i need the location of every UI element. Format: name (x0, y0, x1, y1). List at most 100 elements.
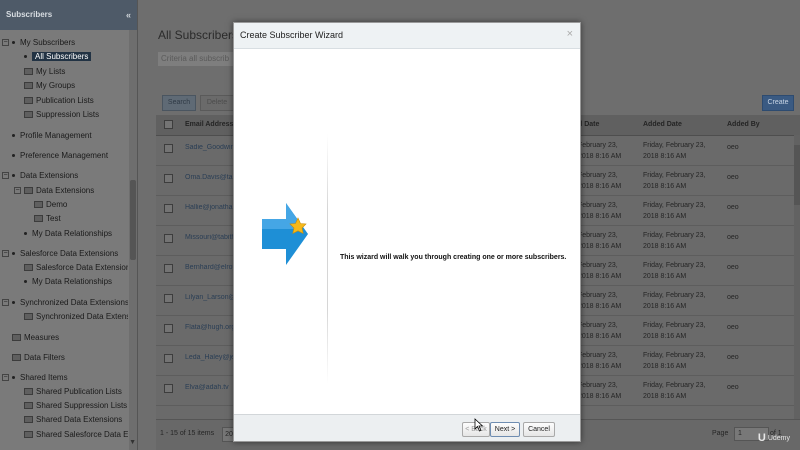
folder-tree: − My Subscribers All Subscribers My Lists My… (0, 30, 128, 450)
status-date-cell: February 23, 2018 8:16 AM (578, 202, 622, 220)
status-date-cell: February 23, 2018 8:16 AM (578, 322, 622, 340)
bullet-icon (12, 41, 15, 45)
column-added-by[interactable]: Added By (727, 121, 760, 128)
close-icon[interactable]: × (567, 28, 573, 40)
folder-icon (24, 388, 33, 396)
collapse-toggle-icon[interactable]: − (2, 374, 9, 381)
folder-icon (24, 416, 33, 424)
tree-item-label: Synchronized Data Extensions (36, 312, 128, 321)
added-by-cell: oeo (727, 264, 739, 271)
next-button[interactable]: Next > (490, 422, 520, 437)
tree-item-content: Preference Management (12, 149, 108, 163)
tree-item-content: Data Extensions (24, 184, 94, 198)
tree-item-content: My Groups (24, 79, 75, 93)
collapse-toggle-icon[interactable]: − (2, 299, 9, 306)
added-date-cell: Friday, February 23, 2018 8:16 AM (643, 202, 706, 220)
udemy-logo-icon: U (757, 432, 766, 444)
row-checkbox[interactable] (164, 234, 173, 243)
status-date-cell: February 23, 2018 8:16 AM (578, 292, 622, 310)
tree-item-label: Publication Lists (36, 96, 94, 105)
criteria-filter[interactable]: Criteria all subscrib (158, 52, 241, 66)
tree-item-label: Data Filters (24, 353, 65, 362)
added-date-cell: Friday, February 23, 2018 8:16 AM (643, 322, 706, 340)
added-date-cell: Friday, February 23, 2018 8:16 AM (643, 262, 706, 280)
row-checkbox[interactable] (164, 354, 173, 363)
folder-icon (34, 215, 43, 223)
tree-item-label: Shared Publication Lists (36, 387, 122, 396)
row-checkbox[interactable] (164, 324, 173, 333)
sidebar-header: Subscribers « (0, 0, 137, 30)
folder-icon (12, 354, 21, 362)
grid-scroll-thumb[interactable] (794, 145, 800, 205)
tree-item-content: Suppression Lists (24, 108, 99, 122)
collapse-toggle-icon[interactable]: − (2, 250, 9, 257)
row-checkbox[interactable] (164, 204, 173, 213)
tree-item-content: Salesforce Data Extensions (24, 261, 128, 275)
folder-icon (24, 82, 33, 90)
tree-item-label: My Data Relationships (32, 277, 113, 286)
added-date-cell: Friday, February 23, 2018 8:16 AM (643, 142, 706, 160)
arrow-star-icon (262, 203, 308, 265)
row-checkbox[interactable] (164, 294, 173, 303)
status-date-cell: February 23, 2018 8:16 AM (578, 232, 622, 250)
tree-item-label: Synchronized Data Extensions (20, 298, 128, 307)
bullet-icon (12, 252, 15, 256)
added-by-cell: oeo (727, 324, 739, 331)
tree-item-label: Test (46, 214, 61, 223)
tree-item-label: Shared Salesforce Data Extens (36, 430, 128, 439)
wizard-arrow-shape (262, 203, 308, 265)
create-button[interactable]: Create (762, 95, 794, 111)
added-date-cell: Friday, February 23, 2018 8:16 AM (643, 292, 706, 310)
bullet-icon (24, 232, 27, 236)
tree-item-label: Measures (24, 333, 60, 342)
tree-item-label: Profile Management (20, 131, 92, 140)
search-button[interactable]: Search (162, 95, 196, 111)
row-checkbox[interactable] (164, 264, 173, 273)
modal-header: Create Subscriber Wizard × (234, 23, 580, 49)
double-chevron-left-icon[interactable]: « (126, 0, 131, 30)
bullet-icon (24, 55, 27, 59)
row-checkbox[interactable] (164, 174, 173, 183)
tree-item-content: Shared Data Extensions (24, 413, 122, 427)
collapse-toggle-icon[interactable]: − (2, 39, 9, 46)
sidebar: Subscribers « − My Subscribers All Subscri… (0, 0, 138, 450)
scroll-down-arrow-icon[interactable]: ▼ (129, 439, 136, 446)
sidebar-scrollbar[interactable]: ▼ (129, 30, 137, 450)
collapse-toggle-icon[interactable]: − (2, 172, 9, 179)
cancel-button[interactable]: Cancel (523, 422, 555, 437)
bullet-icon (12, 174, 15, 178)
status-date-cell: February 23, 2018 8:16 AM (578, 382, 622, 400)
tree-item-content: My Data Relationships (24, 227, 112, 241)
tree-item-content: My Subscribers (12, 36, 75, 50)
row-checkbox[interactable] (164, 384, 173, 393)
bullet-icon (12, 376, 15, 380)
mouse-pointer-icon (474, 418, 484, 432)
bullet-icon (24, 280, 27, 284)
create-subscriber-wizard: Create Subscriber Wizard × This wizard w… (233, 22, 581, 442)
tree-item-content: Shared Publication Lists (24, 385, 122, 399)
sidebar-scroll-thumb[interactable] (130, 180, 136, 260)
column-email[interactable]: Email Address (185, 121, 233, 128)
tree-item-content: Shared Salesforce Data Extens (24, 428, 128, 442)
added-by-cell: oeo (727, 174, 739, 181)
select-all-checkbox[interactable] (164, 120, 173, 129)
column-status-date[interactable]: d Date (578, 121, 599, 128)
folder-icon (24, 187, 33, 195)
wizard-message: This wizard will walk you through creati… (340, 254, 567, 261)
column-added-date[interactable]: Added Date (643, 121, 682, 128)
tree-item-content: Synchronized Data Extensions (12, 296, 128, 310)
added-by-cell: oeo (727, 144, 739, 151)
tree-item-label: Data Extensions (36, 186, 95, 195)
tree-item-label: Shared Suppression Lists (36, 401, 128, 410)
tree-item-content: All Subscribers (24, 50, 92, 64)
added-date-cell: Friday, February 23, 2018 8:16 AM (643, 382, 706, 400)
tree-item-content: Data Extensions (12, 169, 78, 183)
collapse-toggle-icon[interactable]: − (14, 187, 21, 194)
grid-scrollbar[interactable] (794, 135, 800, 420)
row-checkbox[interactable] (164, 144, 173, 153)
tree-item-content: Data Filters (12, 351, 65, 365)
delete-button[interactable]: Delete (200, 95, 234, 111)
added-date-cell: Friday, February 23, 2018 8:16 AM (643, 232, 706, 250)
modal-body: This wizard will walk you through creati… (234, 49, 580, 415)
wizard-divider (327, 134, 328, 384)
